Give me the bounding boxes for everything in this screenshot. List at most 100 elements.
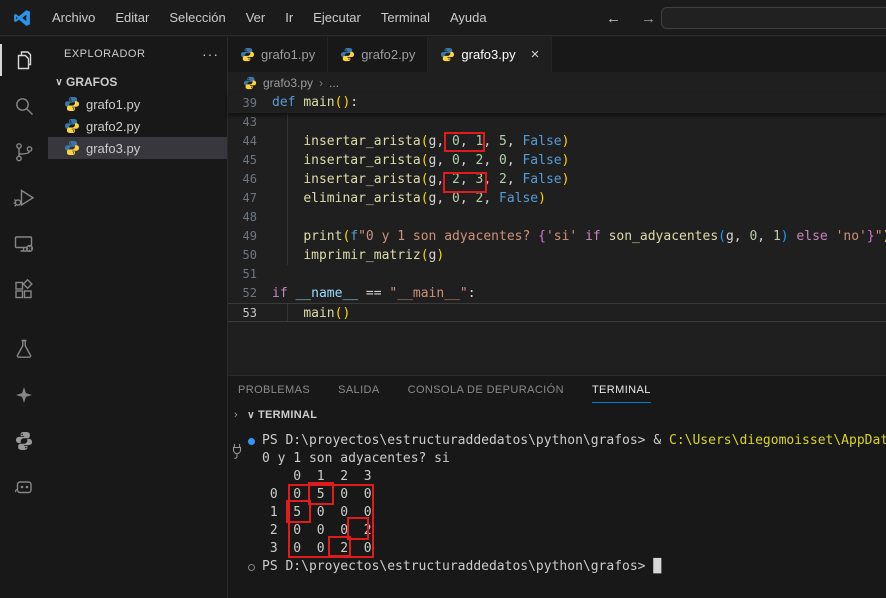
code-line-53[interactable]: 53 main() <box>228 303 886 322</box>
file-label: grafo1.py <box>86 97 140 112</box>
title-bar: ArchivoEditarSelecciónVerIrEjecutarTermi… <box>0 0 886 36</box>
line-number: 52 <box>228 284 272 303</box>
vscode-window: ArchivoEditarSelecciónVerIrEjecutarTermi… <box>0 0 886 598</box>
terminal-line-0: PS D:\proyectos\estructuraddedatos\pytho… <box>248 432 886 450</box>
code-line-49[interactable]: 49 print(f"0 y 1 son adyacentes? {'si' i… <box>228 227 886 246</box>
file-label: grafo3.py <box>86 141 140 156</box>
line-number: 45 <box>228 151 272 170</box>
chevron-right-icon: › <box>319 76 323 90</box>
line-number: 43 <box>228 113 272 132</box>
remote-explorer-icon[interactable] <box>0 221 48 267</box>
chevron-right-icon[interactable]: › <box>228 409 244 421</box>
terminal-text: 2 0 0 0 2 <box>262 522 372 540</box>
menu-bar: ArchivoEditarSelecciónVerIrEjecutarTermi… <box>42 10 497 25</box>
code-line-45[interactable]: 45 insertar_arista(g, 0, 2, 0, False) <box>228 151 886 170</box>
code-line-51[interactable]: 51 <box>228 265 886 284</box>
code-text: imprimir_matriz(g) <box>272 246 444 265</box>
command-decoration-circle[interactable] <box>248 558 262 576</box>
tab-grafo1-py[interactable]: grafo1.py <box>228 37 328 72</box>
line-number: 53 <box>228 304 272 321</box>
menu-ir[interactable]: Ir <box>275 10 303 25</box>
panel-tab-problemas[interactable]: PROBLEMAS <box>238 376 310 403</box>
code-line-50[interactable]: 50 imprimir_matriz(g) <box>228 246 886 265</box>
terminal-text: 1 5 0 0 0 <box>262 504 372 522</box>
file-tree: grafo1.py grafo2.py grafo3.py <box>48 93 227 159</box>
sparkle-ai-icon[interactable] <box>0 372 48 418</box>
command-decoration-dot[interactable] <box>248 432 262 450</box>
sticky-scroll-line[interactable]: 39def main(): <box>228 93 886 113</box>
run-and-debug-icon[interactable] <box>0 175 48 221</box>
terminal-text: PS D:\proyectos\estructuraddedatos\pytho… <box>262 432 886 450</box>
code-line-47[interactable]: 47 eliminar_arista(g, 0, 2, False) <box>228 189 886 208</box>
terminal-line-4: 1 5 0 0 0 <box>248 504 886 522</box>
testing-beaker-icon[interactable] <box>0 326 48 372</box>
line-number: 46 <box>228 170 272 189</box>
breadcrumb[interactable]: grafo3.py › ... <box>228 72 886 93</box>
panel-tab-consola-de-depuraci-n[interactable]: CONSOLA DE DEPURACIÓN <box>408 376 564 403</box>
tab-label: grafo1.py <box>261 47 315 62</box>
code-text: insertar_arista(g, 0, 2, 0, False) <box>272 151 569 170</box>
file-item-grafo1-py[interactable]: grafo1.py <box>48 93 227 115</box>
python-file-icon <box>440 47 455 62</box>
explorer-icon[interactable] <box>0 37 48 83</box>
menu-selecci-n[interactable]: Selección <box>159 10 235 25</box>
breadcrumb-file[interactable]: grafo3.py <box>263 76 313 90</box>
line-number: 50 <box>228 246 272 265</box>
code-text: if __name__ == "__main__": <box>272 284 476 303</box>
file-item-grafo2-py[interactable]: grafo2.py <box>48 115 227 137</box>
panel-tab-terminal[interactable]: TERMINAL <box>592 376 651 403</box>
tab-grafo3-py[interactable]: grafo3.py× <box>428 37 552 72</box>
menu-ayuda[interactable]: Ayuda <box>440 10 497 25</box>
ai-assistant-icon[interactable] <box>0 464 48 510</box>
menu-ver[interactable]: Ver <box>236 10 276 25</box>
terminal-line-5: 2 0 0 0 2 <box>248 522 886 540</box>
panel-tab-salida[interactable]: SALIDA <box>338 376 380 403</box>
terminal-section-header[interactable]: › ∨ TERMINAL <box>228 403 886 427</box>
python-file-icon <box>64 96 80 112</box>
history-nav: ← → <box>606 0 656 36</box>
menu-archivo[interactable]: Archivo <box>42 10 105 25</box>
bottom-panel: PROBLEMAS SALIDA CONSOLA DE DEPURACIÓN TERM… <box>228 375 886 598</box>
code-text: insertar_arista(g, 0, 1, 5, False) <box>272 132 569 151</box>
plug-icon <box>230 442 246 462</box>
folder-label: GRAFOS <box>66 75 117 89</box>
chevron-down-icon: ∨ <box>244 410 258 421</box>
back-arrow-icon[interactable]: ← <box>606 10 621 27</box>
sidebar-explorer: EXPLORADOR ··· ∨ GRAFOS grafo1.py grafo2… <box>48 37 228 598</box>
code-text: insertar_arista(g, 2, 3, 2, False) <box>272 170 569 189</box>
menu-ejecutar[interactable]: Ejecutar <box>303 10 371 25</box>
folder-grafos[interactable]: ∨ GRAFOS <box>48 71 227 93</box>
vscode-logo-icon <box>12 8 32 28</box>
line-number: 49 <box>228 227 272 246</box>
tab-grafo2-py[interactable]: grafo2.py <box>328 37 428 72</box>
line-number: 48 <box>228 208 272 227</box>
code-text: def main(): <box>272 93 358 112</box>
breadcrumb-more[interactable]: ... <box>329 76 339 90</box>
search-icon[interactable] <box>0 83 48 129</box>
line-number: 44 <box>228 132 272 151</box>
menu-editar[interactable]: Editar <box>105 10 159 25</box>
chevron-down-icon: ∨ <box>52 77 66 88</box>
code-line-39[interactable]: 39def main(): <box>228 93 358 112</box>
source-control-icon[interactable] <box>0 129 48 175</box>
extensions-icon[interactable] <box>0 267 48 313</box>
code-line-44[interactable]: 44 insertar_arista(g, 0, 1, 5, False) <box>228 132 886 151</box>
python-extension-icon[interactable] <box>0 418 48 464</box>
close-icon[interactable]: × <box>531 46 540 63</box>
terminal-line-3: 0 0 5 0 0 <box>248 486 886 504</box>
code-editor[interactable]: 4344 insertar_arista(g, 0, 1, 5, False)4… <box>228 113 886 375</box>
command-center-search[interactable] <box>661 7 886 29</box>
code-line-46[interactable]: 46 insertar_arista(g, 2, 3, 2, False) <box>228 170 886 189</box>
terminal-text: 0 0 5 0 0 <box>262 486 372 504</box>
more-actions-icon[interactable]: ··· <box>202 46 219 62</box>
code-line-48[interactable]: 48 <box>228 208 886 227</box>
terminal-output[interactable]: PS D:\proyectos\estructuraddedatos\pytho… <box>248 432 886 576</box>
python-file-icon <box>240 47 255 62</box>
menu-terminal[interactable]: Terminal <box>371 10 440 25</box>
code-line-43[interactable]: 43 <box>228 113 886 132</box>
activity-bar <box>0 37 48 598</box>
code-line-52[interactable]: 52if __name__ == "__main__": <box>228 284 886 303</box>
forward-arrow-icon[interactable]: → <box>641 10 656 27</box>
code-text: eliminar_arista(g, 0, 2, False) <box>272 189 546 208</box>
file-item-grafo3-py[interactable]: grafo3.py <box>48 137 227 159</box>
